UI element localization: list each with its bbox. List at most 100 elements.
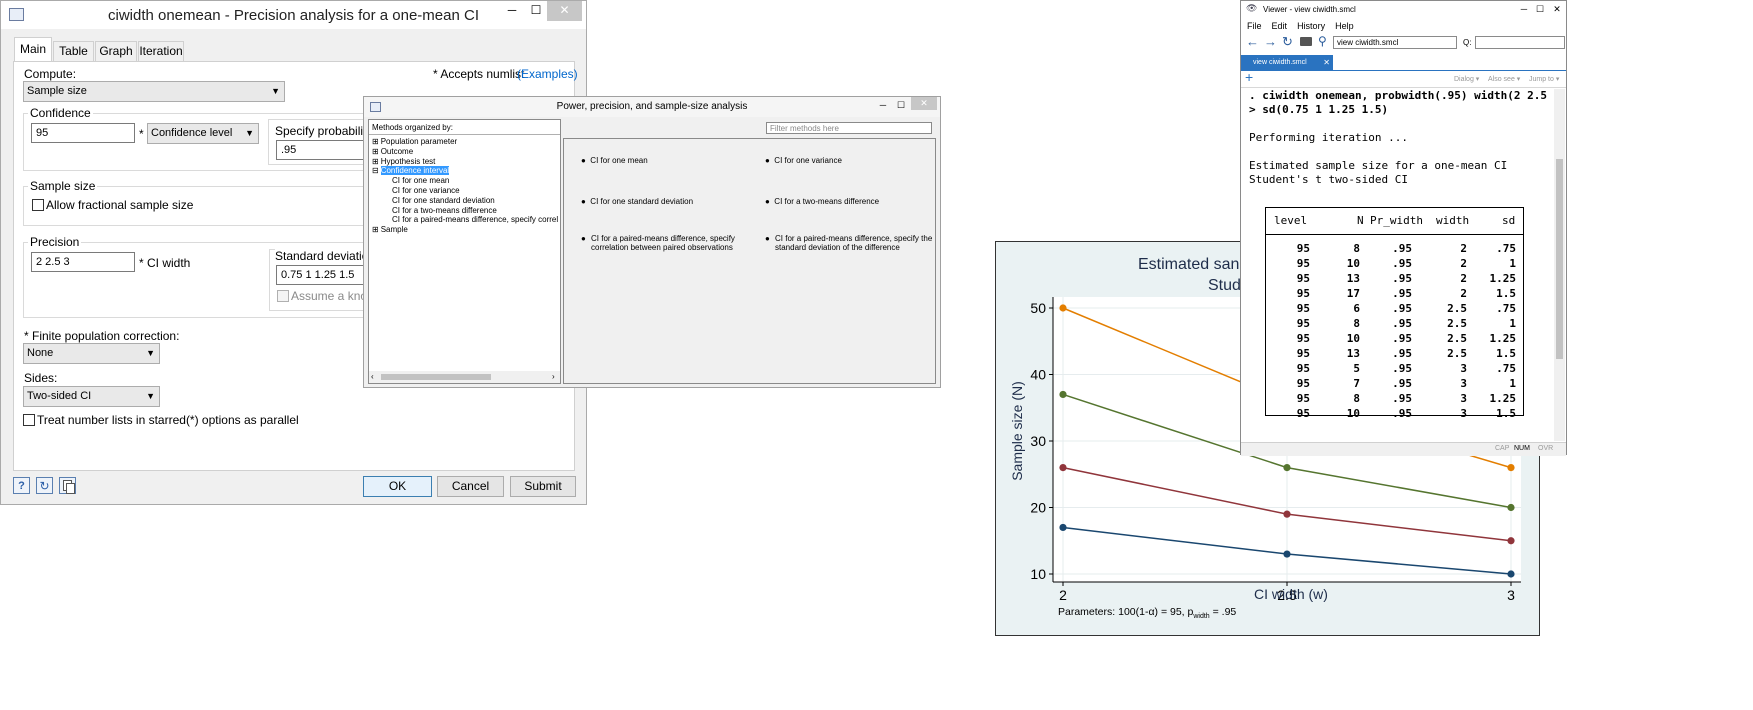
jump-to-dropdown[interactable]: Jump to ▾ [1529, 75, 1559, 83]
tree-item[interactable]: ⊞ Hypothesis test [372, 157, 558, 167]
table-cell: 1.25 [1489, 272, 1517, 285]
expand-icon[interactable]: ⊞ [372, 225, 379, 234]
expand-icon[interactable]: ⊞ [372, 147, 379, 156]
status-num: NUM [1514, 445, 1530, 452]
table-cell: 8 [1353, 242, 1360, 255]
copy-command-icon[interactable] [59, 477, 76, 494]
add-tab-icon[interactable]: + [1245, 69, 1253, 85]
dialog-dropdown[interactable]: Dialog ▾ [1454, 75, 1479, 83]
method-link[interactable]: ● CI for one mean [581, 156, 751, 165]
scroll-right-icon[interactable]: › [552, 372, 555, 381]
minimize-button[interactable]: ─ [873, 97, 893, 117]
sides-label: Sides: [24, 371, 58, 385]
tree-item-label: CI for one variance [392, 185, 460, 195]
maximize-button[interactable]: ☐ [893, 97, 909, 117]
tree-item[interactable]: ⊟ Confidence interval [372, 166, 558, 176]
tree-item-label: Outcome [380, 146, 414, 156]
menu-history[interactable]: History [1297, 21, 1325, 31]
back-icon[interactable]: ← [1246, 34, 1259, 49]
data-point [1059, 390, 1067, 399]
table-cell: 8 [1353, 392, 1360, 405]
tree-item[interactable]: CI for one variance [372, 186, 558, 196]
method-link[interactable]: ● CI for a two-means difference [765, 197, 933, 206]
table-cell: 2 [1460, 272, 1467, 285]
parallel-label: Treat number lists in starred(*) options… [37, 413, 299, 427]
maximize-button[interactable]: ☐ [525, 1, 547, 21]
expand-icon[interactable]: ⊞ [372, 137, 379, 146]
minimize-button[interactable]: ─ [1516, 1, 1532, 21]
scroll-thumb[interactable] [1556, 159, 1563, 359]
close-button[interactable]: ✕ [911, 97, 937, 110]
x-axis-label: CI width (w) [1254, 586, 1328, 602]
refresh-icon[interactable]: ↻ [1282, 34, 1293, 50]
viewer-tabstrip: view ciwidth.smcl ✕ [1241, 55, 1566, 71]
tab-table[interactable]: Table [53, 41, 94, 61]
method-link[interactable]: ● CI for one standard deviation [581, 197, 751, 206]
assume-known-checkbox[interactable] [277, 290, 289, 302]
table-cell: .75 [1496, 302, 1516, 315]
tree-item[interactable]: CI for one standard deviation [372, 196, 558, 206]
close-button[interactable]: ✕ [547, 1, 582, 21]
confidence-type-select[interactable]: Confidence level ▼ [147, 123, 259, 144]
tab-graph[interactable]: Graph [95, 41, 137, 61]
parallel-checkbox[interactable] [23, 414, 35, 426]
find-input[interactable] [1475, 36, 1565, 49]
col-n: N [1357, 214, 1364, 227]
tab-iteration[interactable]: Iteration [138, 41, 184, 61]
address-input[interactable]: view ciwidth.smcl [1333, 36, 1457, 49]
menu-help[interactable]: Help [1335, 21, 1354, 31]
table-cell: .75 [1496, 242, 1516, 255]
viewer-tab[interactable]: view ciwidth.smcl ✕ [1241, 55, 1333, 70]
allow-fractional-checkbox[interactable] [32, 199, 44, 211]
sides-select[interactable]: Two-sided CI ▼ [23, 386, 160, 407]
scroll-left-icon[interactable]: ‹ [371, 372, 374, 381]
submit-button[interactable]: Submit [510, 476, 576, 497]
method-link[interactable]: ● CI for a paired-means difference, speci… [581, 234, 751, 252]
also-see-dropdown[interactable]: Also see ▾ [1488, 75, 1520, 83]
tree-item[interactable]: ⊞ Outcome [372, 147, 558, 157]
table-cell: 13 [1346, 347, 1360, 360]
ci-width-input[interactable]: 2 2.5 3 [31, 252, 135, 272]
collapse-icon[interactable]: ⊟ [372, 166, 379, 175]
table-cell: 1 [1509, 257, 1516, 270]
tree-item-label: Population parameter [380, 137, 458, 146]
method-link[interactable]: ● CI for a paired-means difference, speci… [765, 234, 933, 252]
cancel-button[interactable]: Cancel [437, 476, 504, 497]
filter-input[interactable]: Filter methods here [766, 122, 932, 134]
minimize-button[interactable]: ─ [499, 1, 525, 21]
x-tick-label: 2 [1059, 587, 1067, 603]
dialog-titlebar: ciwidth onemean - Precision analysis for… [1, 1, 586, 29]
help-icon[interactable]: ? [13, 477, 30, 494]
table-cell: 5 [1353, 362, 1360, 375]
menu-edit[interactable]: Edit [1272, 21, 1288, 31]
tree-item[interactable]: ⊞ Population parameter [372, 137, 558, 147]
tree-item[interactable]: CI for one mean [372, 176, 558, 186]
forward-icon[interactable]: → [1264, 34, 1277, 49]
ok-button[interactable]: OK [363, 476, 432, 497]
close-button[interactable]: ✕ [1549, 1, 1565, 21]
print-icon[interactable] [1300, 37, 1312, 46]
tree-item[interactable]: CI for a paired-means difference, specif… [372, 215, 558, 225]
method-link[interactable]: ● CI for one variance [765, 156, 933, 165]
maximize-button[interactable]: ☐ [1532, 1, 1548, 21]
menu-file[interactable]: File [1247, 21, 1262, 31]
confidence-level-input[interactable]: 95 [31, 123, 135, 143]
reset-icon[interactable]: ↻ [36, 477, 53, 494]
tree-hscrollbar[interactable]: ‹ › [369, 371, 560, 383]
search-icon[interactable]: ⚲ [1318, 34, 1327, 48]
samplesize-group-title: Sample size [28, 179, 98, 193]
close-icon[interactable]: ✕ [1323, 55, 1330, 70]
compute-select[interactable]: Sample size ▼ [23, 81, 285, 102]
tab-main[interactable]: Main [14, 37, 52, 62]
fpc-select[interactable]: None ▼ [23, 343, 160, 364]
tree-item[interactable]: CI for a two-means difference [372, 206, 558, 216]
viewer-vscrollbar[interactable] [1554, 89, 1565, 441]
eye-icon: 👁 [1246, 3, 1258, 13]
scroll-thumb[interactable] [381, 374, 491, 380]
tree-item[interactable]: ⊞ Sample [372, 225, 558, 235]
pss-window: Power, precision, and sample-size analys… [363, 96, 941, 388]
table-row: 95 17 .95 2 1.5 [1266, 286, 1516, 301]
examples-link[interactable]: (Examples) [517, 67, 578, 81]
chevron-down-icon: ▼ [146, 391, 155, 401]
expand-icon[interactable]: ⊞ [372, 157, 379, 166]
